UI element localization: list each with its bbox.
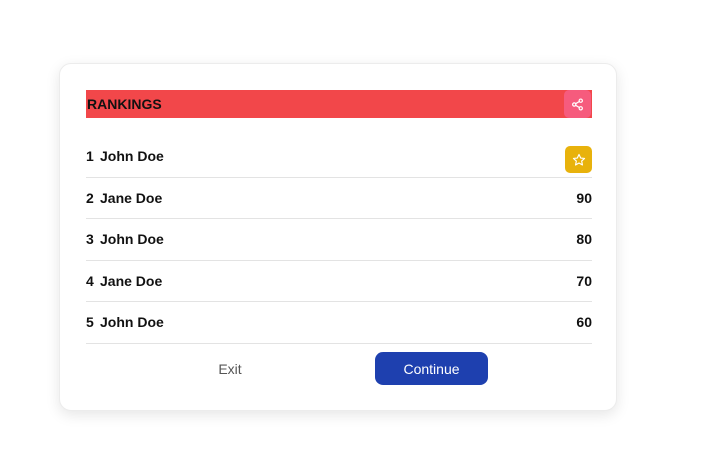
share-button[interactable]: [564, 90, 591, 118]
player-score: 80: [576, 231, 592, 248]
player-name: John Doe: [100, 314, 164, 331]
share-icon: [572, 97, 583, 111]
player-name: Jane Doe: [100, 189, 163, 206]
player-name: Jane Doe: [100, 272, 163, 289]
ranking-row: 2 Jane Doe 90: [86, 178, 592, 219]
dialog-actions: Exit Continue: [60, 352, 618, 386]
favorite-button[interactable]: [565, 146, 592, 173]
player-score: 70: [576, 272, 592, 289]
ranking-row: 4 Jane Doe 70: [86, 261, 592, 302]
ranking-row: 1 John Doe: [86, 136, 592, 178]
continue-button[interactable]: Continue: [375, 352, 488, 385]
player-score: 60: [576, 314, 592, 331]
rankings-header: RANKINGS: [86, 90, 592, 118]
player-score: 90: [576, 189, 592, 206]
rankings-card: RANKINGS 1 John Doe 2 Jane Doe 90 3 John…: [59, 63, 617, 411]
rankings-list: 1 John Doe 2 Jane Doe 90 3 John Doe 80 4…: [86, 136, 592, 344]
player-name: John Doe: [100, 231, 164, 248]
rank-number: 3: [86, 231, 94, 248]
exit-button[interactable]: Exit: [210, 352, 250, 386]
star-icon: [572, 153, 585, 166]
ranking-row: 5 John Doe 60: [86, 302, 592, 344]
rank-number: 5: [86, 314, 94, 331]
rank-number: 4: [86, 272, 94, 289]
ranking-row: 3 John Doe 80: [86, 219, 592, 261]
rank-number: 2: [86, 189, 94, 206]
rank-number: 1: [86, 148, 94, 165]
rankings-title: RANKINGS: [87, 96, 162, 112]
player-name: John Doe: [100, 148, 164, 165]
